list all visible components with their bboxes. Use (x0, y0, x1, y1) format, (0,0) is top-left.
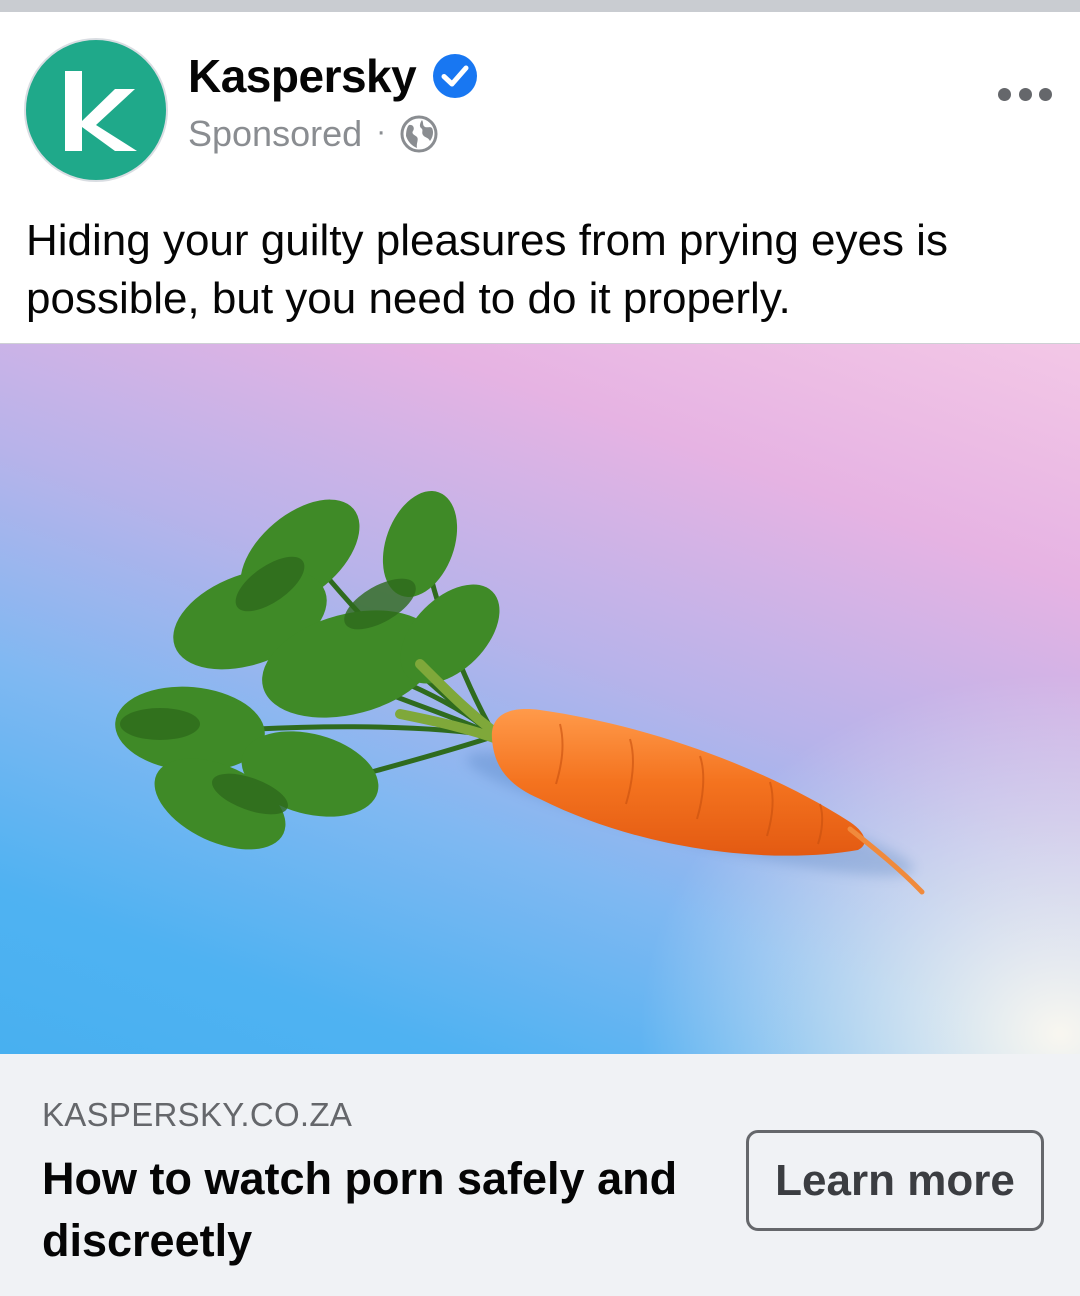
more-options-icon (1018, 87, 1032, 101)
post-meta: Sponsored · (188, 108, 438, 160)
ad-image[interactable] (0, 343, 1080, 1054)
post-header: Kaspersky Sponsored · (0, 12, 1080, 192)
learn-more-button[interactable]: Learn more (746, 1130, 1044, 1231)
sponsored-post: Kaspersky Sponsored · Hiding your guilty… (0, 12, 1080, 1296)
advertiser-name[interactable]: Kaspersky (188, 49, 417, 103)
kaspersky-logo-icon (65, 71, 137, 151)
more-options-icon (998, 87, 1011, 101)
advertiser-name-row: Kaspersky (188, 48, 478, 104)
top-divider (0, 0, 1080, 12)
sponsored-label[interactable]: Sponsored (188, 113, 362, 155)
link-domain: KASPERSKY.CO.ZA (42, 1096, 353, 1133)
carrot-illustration (115, 491, 925, 895)
link-headline[interactable]: How to watch porn safely and discreetly (42, 1148, 702, 1272)
advertiser-avatar[interactable] (24, 38, 168, 182)
link-preview[interactable]: KASPERSKY.CO.ZA How to watch porn safely… (0, 1054, 1080, 1296)
post-caption: Hiding your guilty pleasures from prying… (26, 216, 948, 323)
more-options-button[interactable] (998, 74, 1052, 114)
verified-badge-icon (433, 54, 478, 98)
more-options-icon (1039, 87, 1052, 101)
globe-icon (400, 115, 438, 153)
meta-separator: · (376, 115, 387, 148)
